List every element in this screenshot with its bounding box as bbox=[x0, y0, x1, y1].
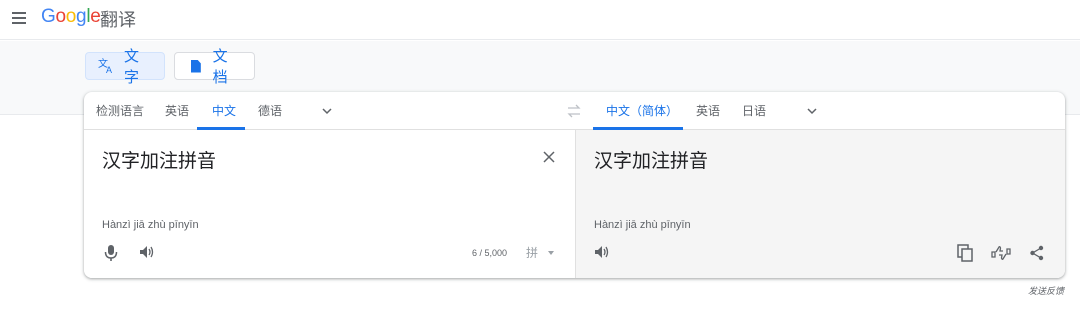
source-lang-detect[interactable]: 检测语言 bbox=[94, 92, 146, 130]
source-pane[interactable]: 汉字加注拼音 Hànzì jiā zhù pīnyīn 6 / 5,000 拼 bbox=[84, 130, 575, 278]
source-speaker-icon[interactable] bbox=[139, 245, 155, 259]
clear-text-icon[interactable] bbox=[542, 150, 556, 164]
send-feedback-link[interactable]: 发送反馈 bbox=[1028, 284, 1064, 297]
language-bar: 检测语言 英语 中文 德语 中文（简体） 英语 日语 bbox=[84, 92, 1065, 130]
swap-languages-icon[interactable] bbox=[566, 104, 582, 118]
source-lang-chinese[interactable]: 中文 bbox=[210, 92, 238, 130]
character-count: 6 / 5,000 bbox=[472, 248, 508, 258]
source-more-chevron-icon[interactable] bbox=[321, 105, 333, 117]
input-tools-button[interactable]: 拼 bbox=[526, 244, 538, 261]
target-pane: 汉字加注拼音 Hànzì jiā zhù pīnyīn bbox=[575, 130, 1065, 278]
microphone-icon[interactable] bbox=[104, 244, 118, 262]
rate-translation-icon[interactable] bbox=[991, 245, 1011, 261]
document-mode-button[interactable]: 文档 bbox=[174, 48, 255, 86]
target-lang-japanese[interactable]: 日语 bbox=[740, 92, 768, 130]
source-lang-german[interactable]: 德语 bbox=[256, 92, 284, 130]
top-bar: Google 翻译 bbox=[0, 0, 1080, 40]
share-icon[interactable] bbox=[1029, 245, 1045, 261]
translated-text: 汉字加注拼音 bbox=[594, 150, 709, 172]
target-speaker-icon[interactable] bbox=[594, 245, 610, 259]
source-transliteration: Hànzì jiā zhù pīnyīn bbox=[102, 219, 199, 231]
source-lang-english[interactable]: 英语 bbox=[163, 92, 191, 130]
text-mode-label: 文字 bbox=[124, 48, 140, 86]
source-text-input[interactable]: 汉字加注拼音 bbox=[102, 146, 216, 173]
target-lang-english[interactable]: 英语 bbox=[694, 92, 722, 130]
hamburger-menu-icon[interactable] bbox=[12, 10, 28, 26]
copy-icon[interactable] bbox=[957, 244, 973, 262]
translate-icon: 文A bbox=[98, 57, 116, 75]
target-more-chevron-icon[interactable] bbox=[806, 105, 818, 117]
text-mode-button[interactable]: 文A 文字 bbox=[85, 48, 165, 86]
product-name: 翻译 bbox=[100, 10, 136, 31]
target-transliteration: Hànzì jiā zhù pīnyīn bbox=[594, 219, 691, 231]
document-icon bbox=[187, 57, 205, 75]
translation-card: 检测语言 英语 中文 德语 中文（简体） 英语 日语 汉字加注拼音 Hànzì … bbox=[84, 92, 1065, 278]
document-mode-label: 文档 bbox=[212, 48, 228, 86]
input-tools-caret-icon[interactable] bbox=[548, 251, 554, 255]
google-logo[interactable]: Google bbox=[41, 6, 101, 28]
svg-text:A: A bbox=[106, 65, 112, 74]
target-lang-chinese-simplified[interactable]: 中文（简体） bbox=[604, 92, 680, 130]
